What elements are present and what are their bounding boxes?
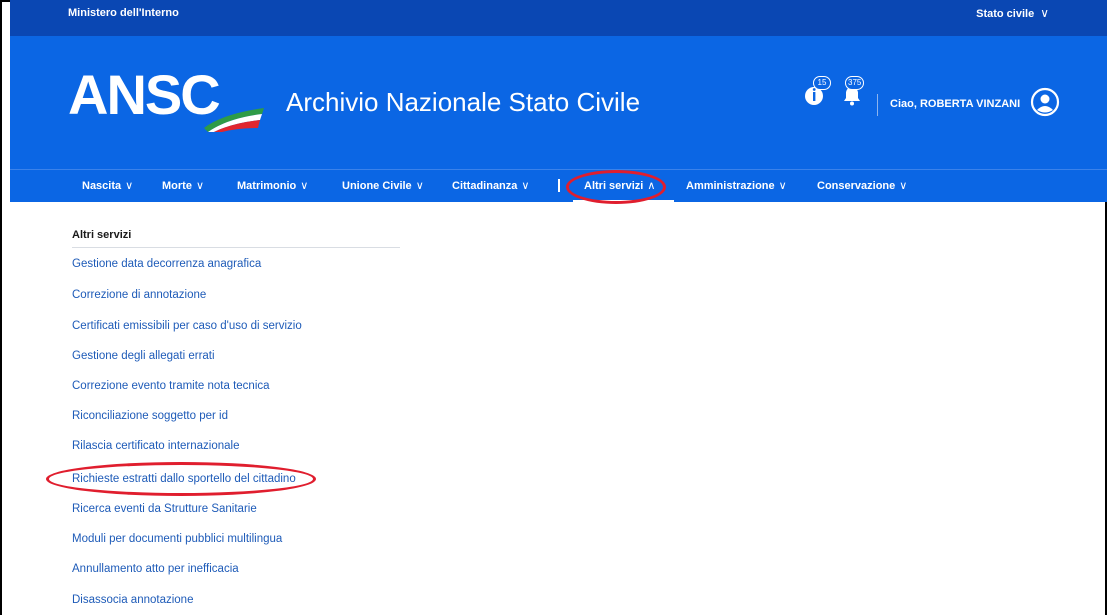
stato-civile-label: Stato civile <box>976 8 1035 20</box>
menu-item-correzione-annotazione[interactable]: Correzione di annotazione <box>72 289 206 301</box>
ansc-logo[interactable]: ANSC <box>68 62 221 127</box>
italian-flag-swoosh-icon <box>204 108 264 132</box>
chevron-down-icon: ∨ <box>778 180 787 192</box>
top-bar: Ministero dell'Interno Stato civile ∨ <box>10 0 1107 36</box>
section-divider <box>72 247 400 248</box>
nav-item-morte[interactable]: Morte ∨ <box>162 179 204 192</box>
chevron-down-icon: ∨ <box>521 180 530 192</box>
info-notifications-button[interactable]: 15 <box>803 76 831 108</box>
main-nav: Nascita ∨ Morte ∨ Matrimonio ∨ Unione Civil… <box>10 169 1107 203</box>
nav-label: Nascita <box>82 180 122 192</box>
app-header: ANSC Archivio Nazionale Stato Civile 15 … <box>10 36 1107 169</box>
nav-label: Cittadinanza <box>452 180 518 192</box>
menu-section-title: Altri servizi <box>72 229 132 241</box>
bell-notifications-button[interactable]: 375 <box>839 76 865 108</box>
nav-label: Altri servizi <box>584 180 644 192</box>
menu-item-riconciliazione-soggetto[interactable]: Riconciliazione soggetto per id <box>72 410 228 422</box>
nav-item-conservazione[interactable]: Conservazione ∨ <box>817 179 907 192</box>
nav-label: Morte <box>162 180 192 192</box>
chevron-down-icon: ∨ <box>415 180 424 192</box>
app-title: Archivio Nazionale Stato Civile <box>286 87 641 117</box>
menu-item-gestione-data-decorrenza[interactable]: Gestione data decorrenza anagrafica <box>72 258 261 270</box>
active-tab-indicator <box>573 200 674 203</box>
nav-item-amministrazione[interactable]: Amministrazione ∨ <box>686 179 787 192</box>
nav-label: Conservazione <box>817 180 896 192</box>
info-count-badge: 15 <box>813 76 831 90</box>
chevron-down-icon: ∨ <box>300 180 309 192</box>
menu-item-correzione-evento[interactable]: Correzione evento tramite nota tecnica <box>72 380 270 392</box>
menu-item-certificati-emissibili[interactable]: Certificati emissibili per caso d'uso di… <box>72 320 302 332</box>
nav-item-nascita[interactable]: Nascita ∨ <box>82 179 133 192</box>
stato-civile-dropdown[interactable]: Stato civile ∨ <box>976 6 1049 20</box>
bell-count-badge: 375 <box>845 76 865 90</box>
nav-item-cittadinanza[interactable]: Cittadinanza ∨ <box>452 179 529 192</box>
chevron-down-icon: ∨ <box>899 180 908 192</box>
nav-item-matrimonio[interactable]: Matrimonio ∨ <box>237 179 308 192</box>
menu-item-annullamento-atto[interactable]: Annullamento atto per inefficacia <box>72 563 239 575</box>
menu-item-disassocia-annotazione[interactable]: Disassocia annotazione <box>72 594 193 606</box>
nav-divider <box>558 179 560 192</box>
nav-label: Amministrazione <box>686 180 775 192</box>
menu-item-rilascia-certificato[interactable]: Rilascia certificato internazionale <box>72 440 239 452</box>
user-avatar-icon[interactable] <box>1030 87 1060 117</box>
nav-label: Matrimonio <box>237 180 297 192</box>
chevron-up-icon: ∧ <box>647 180 656 192</box>
ministry-link[interactable]: Ministero dell'Interno <box>68 7 179 19</box>
chevron-down-icon: ∨ <box>1040 6 1049 20</box>
nav-item-unione-civile[interactable]: Unione Civile ∨ <box>342 179 424 192</box>
chevron-down-icon: ∨ <box>125 180 134 192</box>
header-divider <box>877 94 878 116</box>
menu-item-ricerca-eventi[interactable]: Ricerca eventi da Strutture Sanitarie <box>72 503 257 515</box>
user-greeting[interactable]: Ciao, ROBERTA VINZANI <box>890 98 1020 110</box>
menu-item-richieste-estratti[interactable]: Richieste estratti dallo sportello del c… <box>72 473 296 485</box>
chevron-down-icon: ∨ <box>195 180 205 192</box>
menu-item-allegati-errati[interactable]: Gestione degli allegati errati <box>72 350 215 362</box>
nav-item-altri-servizi[interactable]: Altri servizi ∧ <box>584 179 655 192</box>
menu-item-moduli-multilingua[interactable]: Moduli per documenti pubblici multilingu… <box>72 533 282 545</box>
nav-label: Unione Civile <box>342 180 412 192</box>
